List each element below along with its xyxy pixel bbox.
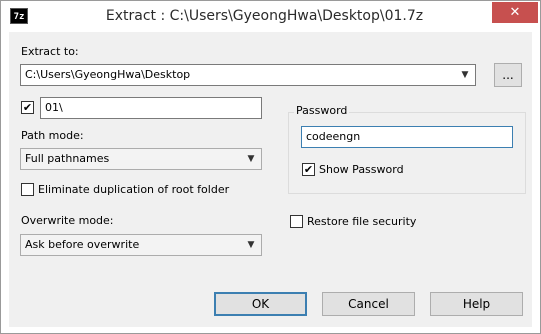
window-title: Extract : C:\Users\GyeongHwa\Desktop\01.… <box>105 8 424 24</box>
path-mode-label: Path mode: <box>21 129 84 142</box>
help-button[interactable]: Help <box>430 292 523 316</box>
cancel-button[interactable]: Cancel <box>322 292 415 316</box>
show-password-checkbox[interactable]: ✔ <box>302 163 315 176</box>
extract-to-combobox[interactable]: C:\Users\GyeongHwa\Desktop ▼ <box>20 64 476 86</box>
chevron-down-icon[interactable]: ▼ <box>459 65 471 85</box>
title-bar[interactable]: 7z Extract : C:\Users\GyeongHwa\Desktop\… <box>1 1 540 33</box>
browse-button[interactable]: ... <box>494 63 522 87</box>
overwrite-mode-label: Overwrite mode: <box>21 214 114 227</box>
dialog-body: Extract to: C:\Users\GyeongHwa\Desktop ▼… <box>9 32 532 327</box>
chevron-down-icon[interactable]: ▼ <box>245 149 257 169</box>
eliminate-duplication-checkbox[interactable] <box>21 183 34 196</box>
subfolder-input[interactable]: 01\ <box>40 97 262 119</box>
eliminate-duplication-label[interactable]: Eliminate duplication of root folder <box>38 183 229 196</box>
overwrite-mode-select[interactable]: Ask before overwrite ▼ <box>20 234 262 256</box>
extract-dialog: 7z Extract : C:\Users\GyeongHwa\Desktop\… <box>0 0 541 334</box>
restore-security-label[interactable]: Restore file security <box>307 215 416 228</box>
restore-security-checkbox[interactable] <box>290 215 303 228</box>
password-group-label: Password <box>294 104 350 117</box>
password-input[interactable]: codeengn <box>301 126 513 148</box>
close-button[interactable]: ✕ <box>492 2 538 23</box>
extract-to-label: Extract to: <box>21 45 79 58</box>
extract-to-value: C:\Users\GyeongHwa\Desktop <box>25 68 191 81</box>
path-mode-select[interactable]: Full pathnames ▼ <box>20 148 262 170</box>
ok-button[interactable]: OK <box>214 292 307 316</box>
password-groupbox <box>288 112 526 194</box>
overwrite-mode-value: Ask before overwrite <box>25 238 140 251</box>
chevron-down-icon[interactable]: ▼ <box>245 235 257 255</box>
subfolder-checkbox[interactable]: ✔ <box>21 101 34 114</box>
show-password-label[interactable]: Show Password <box>319 163 404 176</box>
7zip-app-icon: 7z <box>10 8 28 24</box>
path-mode-value: Full pathnames <box>25 152 110 165</box>
